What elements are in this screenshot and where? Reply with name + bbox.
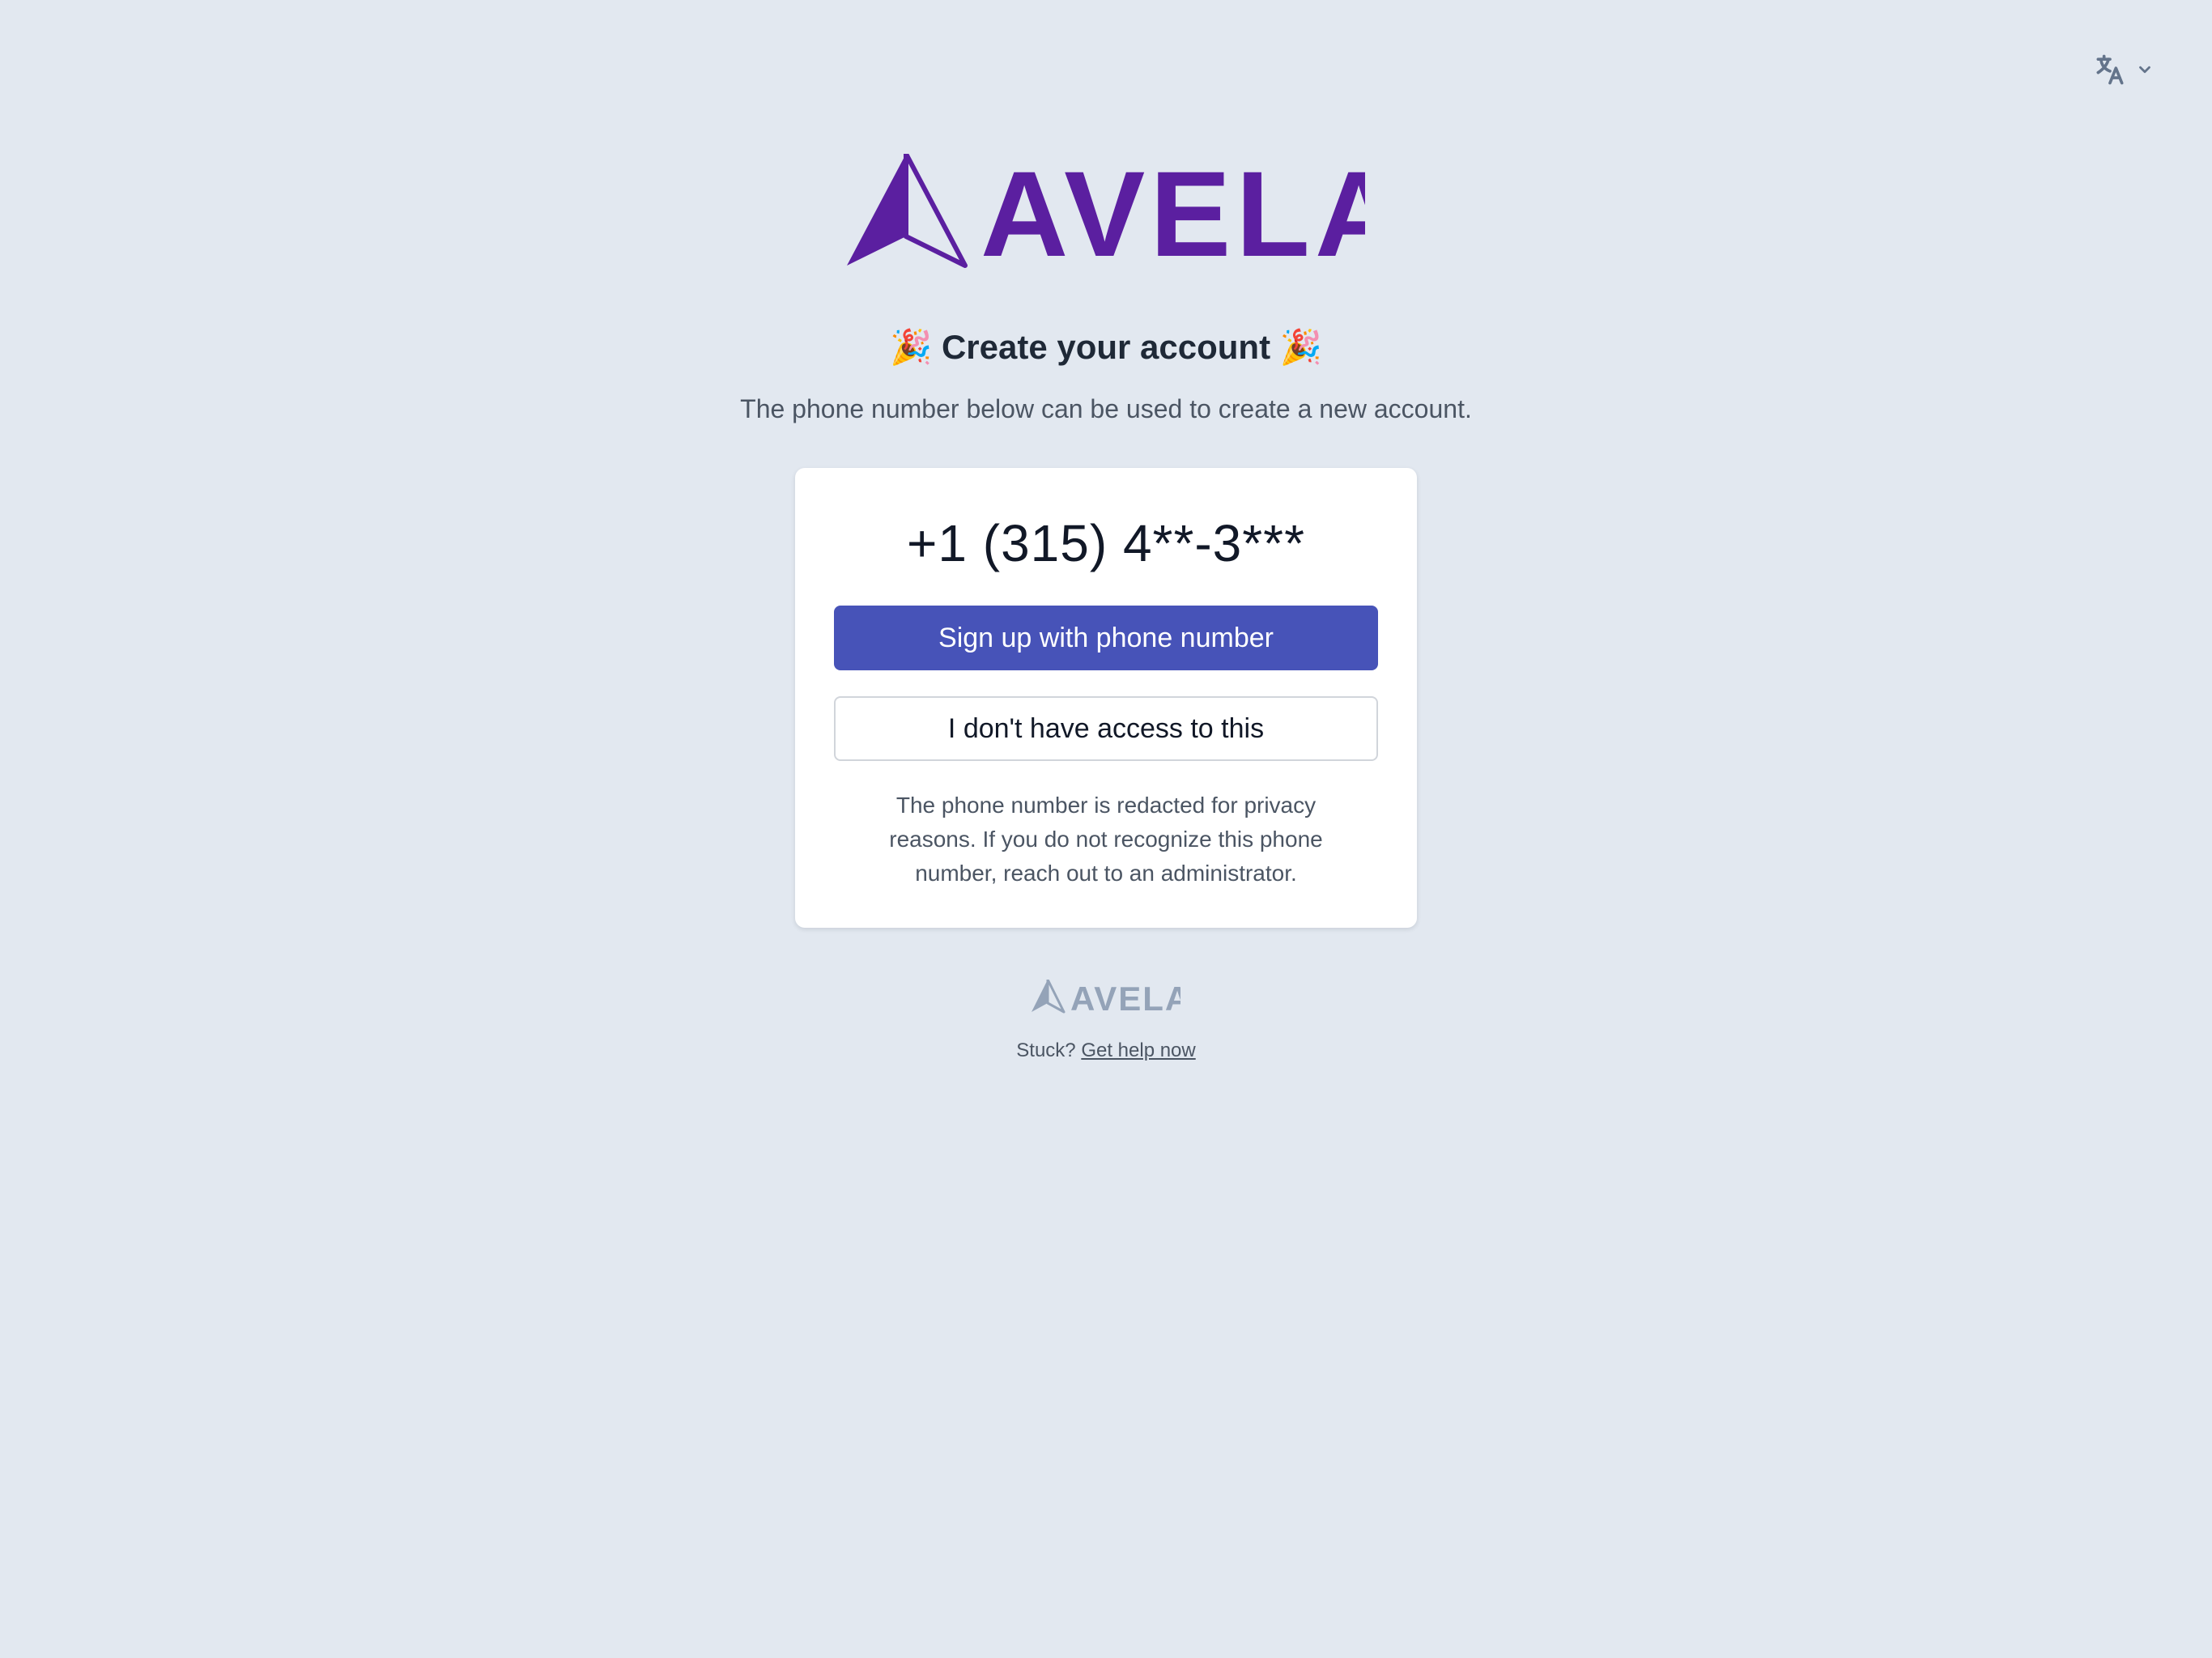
privacy-note: The phone number is redacted for privacy… <box>889 793 1323 886</box>
page-subtitle: The phone number below can be used to cr… <box>740 394 1472 423</box>
no-access-button[interactable]: I don't have access to this <box>834 696 1378 761</box>
get-help-link[interactable]: Get help now <box>1081 1039 1195 1061</box>
avela-footer-logo-mark <box>1032 978 1066 1014</box>
party-popper-icon: 🎉 <box>1279 328 1323 366</box>
sign-up-with-phone-button[interactable]: Sign up with phone number <box>834 606 1378 670</box>
party-popper-icon: 🎉 <box>889 328 933 366</box>
help-prefix: Stuck? <box>1016 1039 1076 1061</box>
page-title-text: Create your account <box>941 328 1271 366</box>
translate-icon <box>2092 52 2128 87</box>
chevron-down-icon <box>2136 61 2154 79</box>
language-switcher[interactable] <box>2092 52 2154 87</box>
signup-card: +1 (315) 4**-3*** Sign up with phone num… <box>795 468 1417 928</box>
avela-wordmark: AVELA <box>981 154 1365 269</box>
avela-logo: AVELA <box>847 146 1402 282</box>
avela-logo-mark <box>847 151 968 268</box>
avela-footer-logo: AVELA <box>1032 978 1189 1018</box>
help-text: Stuck? Get help now <box>0 1039 2212 1062</box>
avela-footer-wordmark: AVELA <box>1070 980 1180 1015</box>
phone-number: +1 (315) 4**-3*** <box>907 514 1305 572</box>
page-title: 🎉 Create your account 🎉 <box>0 328 2212 368</box>
